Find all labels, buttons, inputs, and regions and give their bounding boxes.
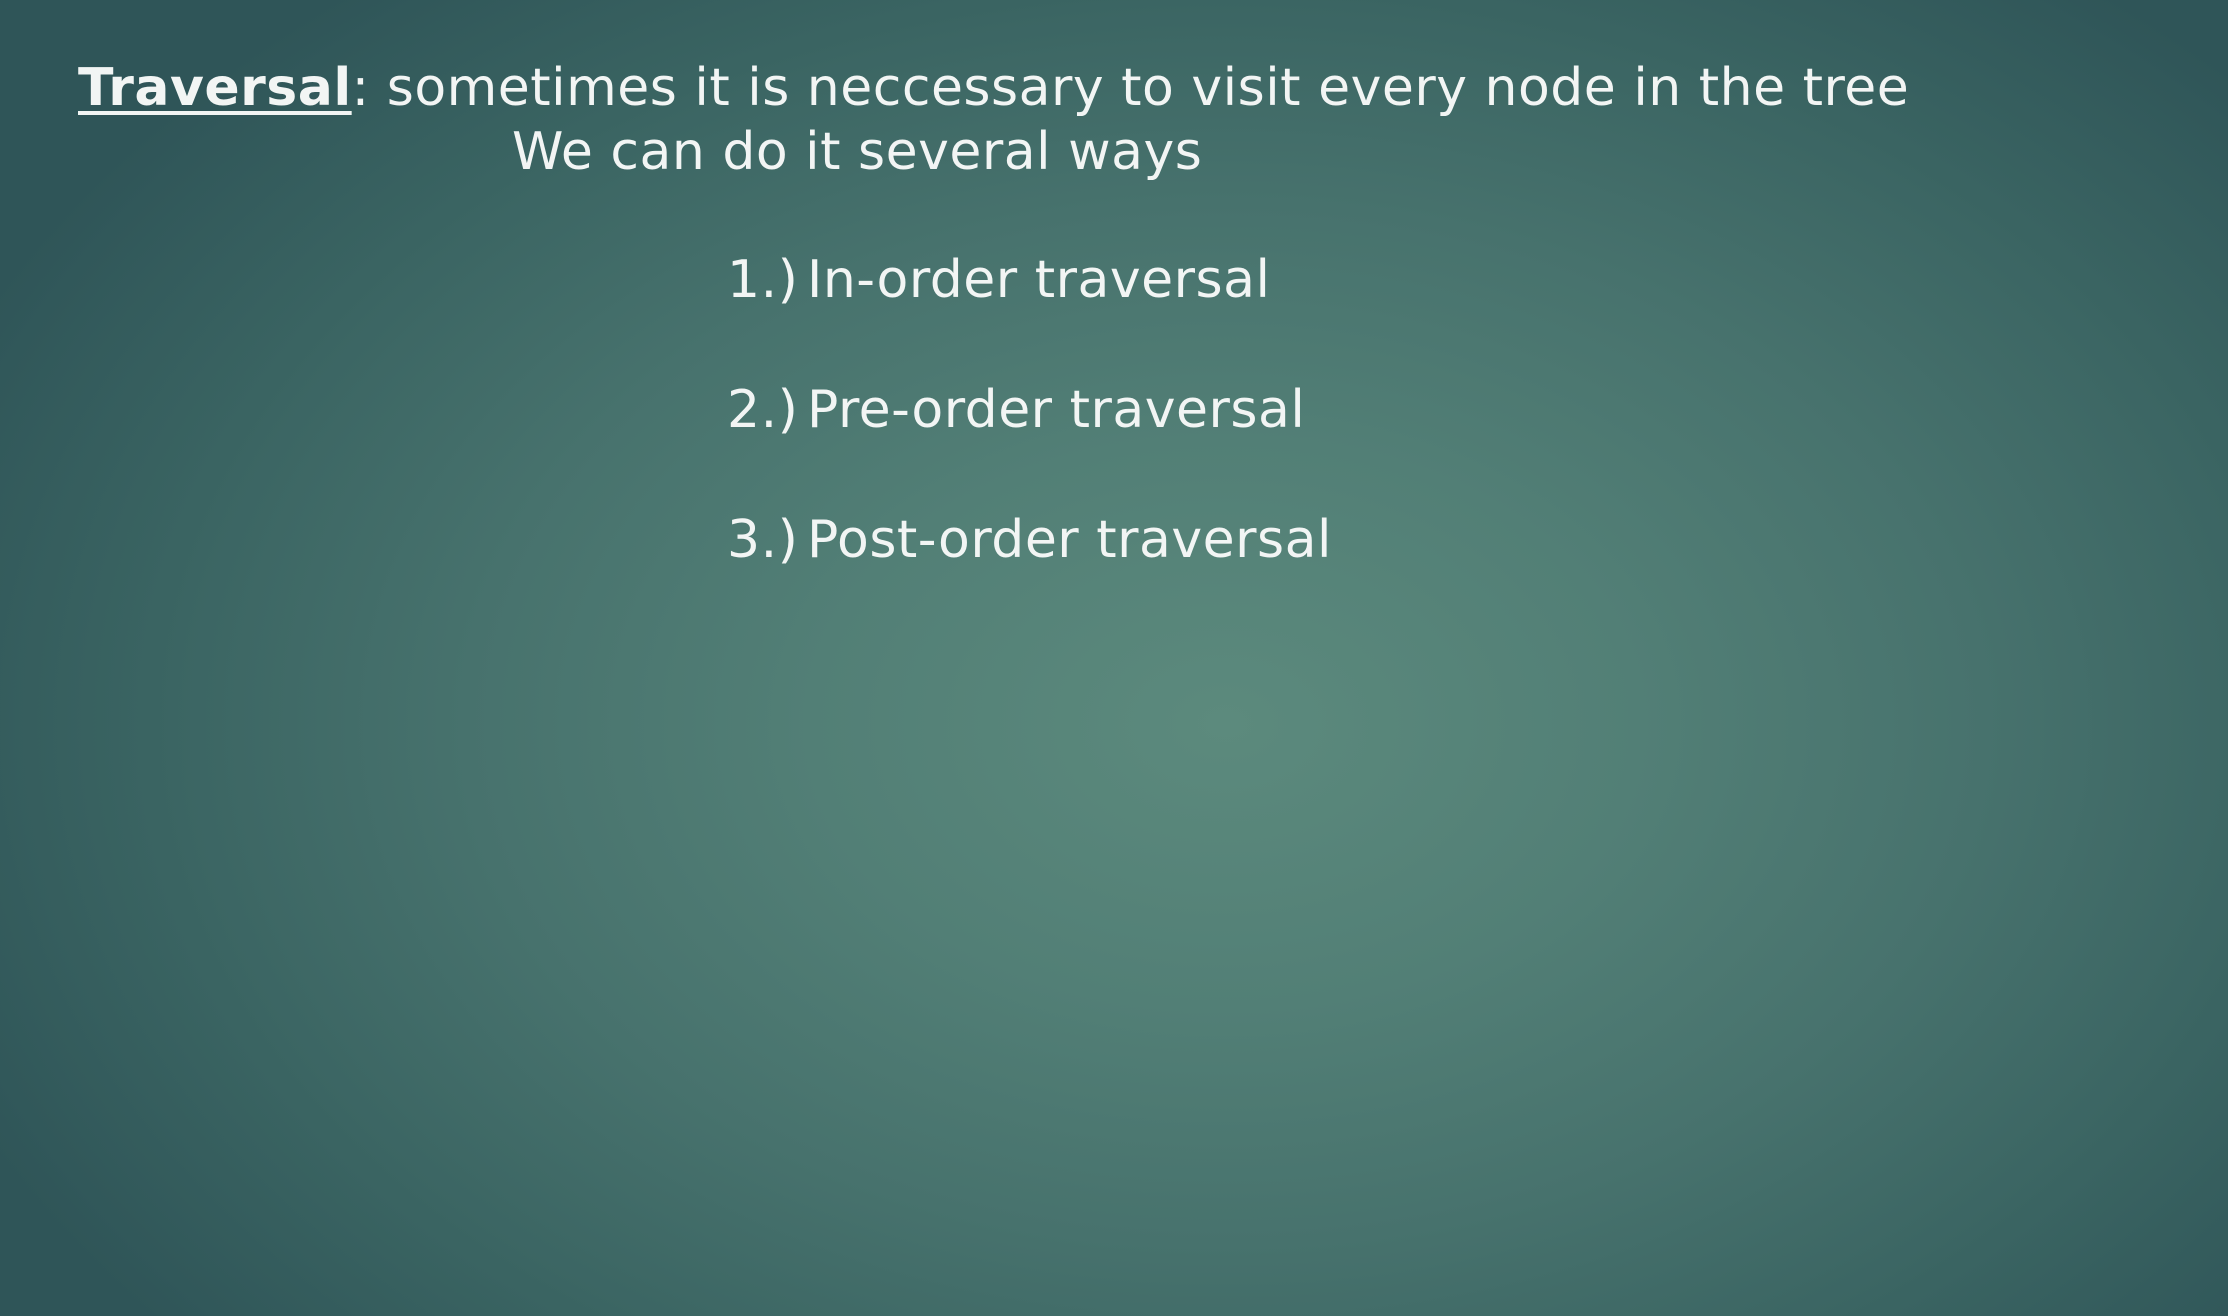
list-item-number: 3.) [727, 510, 799, 570]
list-item-pre-order: 2.) Pre-order traversal [727, 378, 1332, 508]
list-item-number: 2.) [727, 380, 799, 440]
traversal-list: 1.) In-order traversal 2.) Pre-order trave… [727, 248, 1332, 638]
list-item-in-order: 1.) In-order traversal [727, 248, 1332, 378]
term-traversal: Traversal [78, 58, 352, 118]
list-item-text: Pre-order traversal [807, 380, 1306, 440]
subline-text: We can do it several ways [512, 122, 1203, 182]
definition-text: : sometimes it is neccessary to visit ev… [351, 58, 1910, 118]
slide: Traversal: sometimes it is neccessary to… [0, 0, 2228, 1316]
list-item-text: In-order traversal [807, 250, 1271, 310]
list-item-number: 1.) [727, 250, 799, 310]
list-item-text: Post-order traversal [807, 510, 1332, 570]
definition-line: Traversal: sometimes it is neccessary to… [78, 56, 1909, 120]
list-item-post-order: 3.) Post-order traversal [727, 508, 1332, 638]
